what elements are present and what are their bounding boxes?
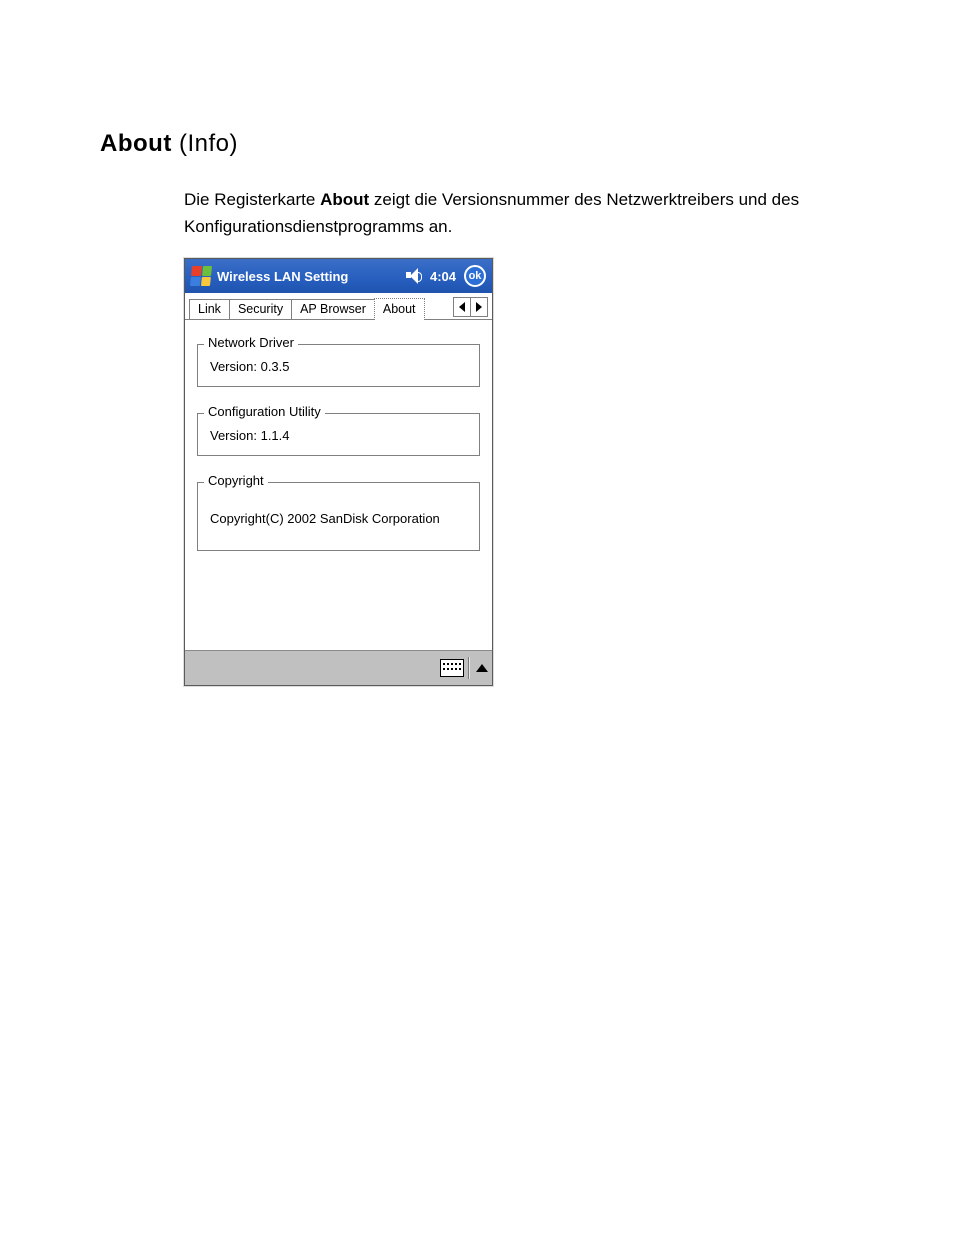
app-title: Wireless LAN Setting bbox=[217, 269, 400, 284]
menu-up-icon[interactable] bbox=[476, 664, 488, 672]
intro-paragraph: Die Registerkarte About zeigt die Versio… bbox=[184, 186, 854, 240]
group-config-utility-legend: Configuration Utility bbox=[204, 404, 325, 419]
copyright-text: Copyright(C) 2002 SanDisk Corporation bbox=[210, 511, 467, 526]
separator bbox=[468, 657, 470, 679]
page-heading: About (Info) bbox=[100, 130, 854, 158]
keyboard-icon[interactable] bbox=[440, 659, 464, 677]
tab-scroll-right[interactable] bbox=[471, 298, 487, 316]
tab-security[interactable]: Security bbox=[229, 299, 292, 319]
intro-bold: About bbox=[320, 190, 369, 209]
tab-about[interactable]: About bbox=[374, 298, 425, 320]
group-copyright: Copyright Copyright(C) 2002 SanDisk Corp… bbox=[197, 482, 480, 551]
chevron-left-icon bbox=[459, 302, 465, 312]
group-network-driver: Network Driver Version: 0.3.5 bbox=[197, 344, 480, 387]
tab-bar: Link Security AP Browser About bbox=[185, 293, 492, 320]
group-network-driver-legend: Network Driver bbox=[204, 335, 298, 350]
heading-suffix: (Info) bbox=[172, 130, 238, 157]
tab-scroll bbox=[453, 297, 488, 317]
chevron-right-icon bbox=[476, 302, 482, 312]
heading-bold: About bbox=[100, 130, 172, 157]
tab-link[interactable]: Link bbox=[189, 299, 230, 319]
tab-scroll-left[interactable] bbox=[454, 298, 471, 316]
tab-ap-browser[interactable]: AP Browser bbox=[291, 299, 375, 319]
intro-pre: Die Registerkarte bbox=[184, 190, 320, 209]
windows-flag-icon[interactable] bbox=[190, 266, 212, 286]
network-driver-version: Version: 0.3.5 bbox=[210, 359, 467, 374]
tab-content: Network Driver Version: 0.3.5 Configurat… bbox=[185, 320, 492, 650]
clock-text[interactable]: 4:04 bbox=[430, 269, 456, 284]
device-screenshot: Wireless LAN Setting 4:04 ok Link Securi… bbox=[184, 258, 493, 686]
config-utility-version: Version: 1.1.4 bbox=[210, 428, 467, 443]
title-bar: Wireless LAN Setting 4:04 ok bbox=[185, 259, 492, 293]
group-copyright-legend: Copyright bbox=[204, 473, 268, 488]
group-config-utility: Configuration Utility Version: 1.1.4 bbox=[197, 413, 480, 456]
bottom-bar bbox=[185, 650, 492, 685]
ok-button[interactable]: ok bbox=[464, 265, 486, 287]
speaker-icon[interactable] bbox=[406, 268, 424, 284]
